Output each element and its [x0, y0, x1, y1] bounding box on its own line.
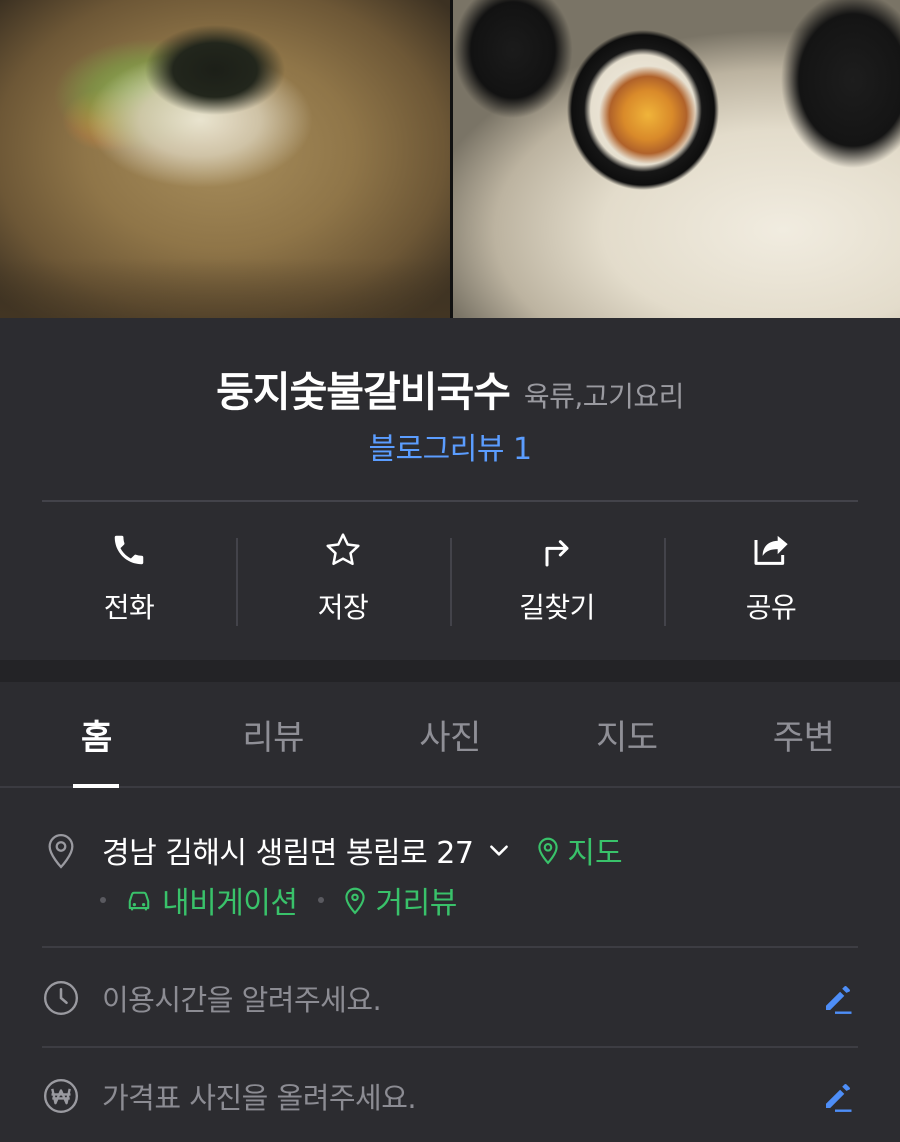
won-icon [42, 1076, 80, 1116]
bullet-dot [317, 897, 324, 903]
price-row: 가격표 사진을 올려주세요. [42, 1066, 858, 1126]
share-button[interactable]: 공유 [664, 528, 878, 638]
place-category: 육류,고기요리 [523, 380, 684, 413]
car-icon [124, 886, 154, 914]
pencil-icon [826, 1084, 852, 1112]
edit-hours-button[interactable] [818, 978, 858, 1018]
pencil-icon [826, 986, 852, 1014]
tab-nearby[interactable]: 주변 [715, 682, 892, 786]
navigation-link[interactable]: 내비게이션 [124, 878, 298, 922]
directions-icon [537, 528, 577, 572]
hours-row: 이용시간을 알려주세요. [42, 968, 858, 1028]
save-button[interactable]: 저장 [236, 528, 450, 638]
star-icon [323, 528, 363, 572]
title-row: 둥지숯불갈비국수 육류,고기요리 [0, 358, 900, 418]
food-photo-gimbap[interactable] [453, 0, 900, 318]
divider [42, 946, 858, 948]
street-view-pin-icon [342, 885, 368, 915]
address-sub-links: 내비게이션 거리뷰 [100, 878, 457, 922]
tab-map[interactable]: 지도 [538, 682, 715, 786]
hours-placeholder[interactable]: 이용시간을 알려주세요. [102, 977, 818, 1019]
map-link-label: 지도 [567, 836, 623, 871]
share-label: 공유 [745, 591, 797, 624]
share-icon [751, 528, 791, 572]
tab-bar: 홈 리뷰 사진 지도 주변 [0, 682, 900, 788]
address-row: 경남 김해시 생림면 봉림로 27 지도 [42, 828, 862, 872]
tab-reviews[interactable]: 리뷰 [185, 682, 362, 786]
map-link[interactable]: 지도 [535, 828, 623, 872]
divider [42, 500, 858, 502]
divider [42, 1046, 858, 1048]
photo-gallery[interactable] [0, 0, 900, 318]
blog-review-link[interactable]: 블로그리뷰 1 [0, 424, 900, 468]
clock-icon [42, 978, 80, 1018]
street-view-link[interactable]: 거리뷰 [342, 878, 457, 922]
tab-home[interactable]: 홈 [8, 682, 185, 786]
bullet-dot [100, 897, 106, 903]
directions-button[interactable]: 길찾기 [450, 528, 664, 638]
place-name: 둥지숯불갈비국수 [216, 368, 511, 416]
call-label: 전화 [103, 591, 155, 624]
section-separator [0, 660, 900, 682]
action-bar: 전화 저장 길찾기 공유 [22, 528, 878, 638]
location-pin-icon [42, 830, 80, 870]
tab-photos[interactable]: 사진 [362, 682, 539, 786]
call-button[interactable]: 전화 [22, 528, 236, 638]
phone-icon [109, 528, 149, 572]
navigation-label: 내비게이션 [162, 886, 298, 921]
address-text: 경남 김해시 생림면 봉림로 27 [102, 836, 474, 871]
food-photo-noodles[interactable] [0, 0, 450, 318]
price-placeholder[interactable]: 가격표 사진을 올려주세요. [102, 1075, 818, 1117]
map-pin-icon [535, 835, 561, 865]
street-view-label: 거리뷰 [375, 886, 458, 921]
save-label: 저장 [317, 591, 369, 624]
directions-label: 길찾기 [519, 591, 595, 624]
edit-price-button[interactable] [818, 1076, 858, 1116]
chevron-down-icon[interactable] [485, 836, 513, 864]
place-header: 둥지숯불갈비국수 육류,고기요리 블로그리뷰 1 전화 저장 길찾기 공유 [0, 318, 900, 660]
